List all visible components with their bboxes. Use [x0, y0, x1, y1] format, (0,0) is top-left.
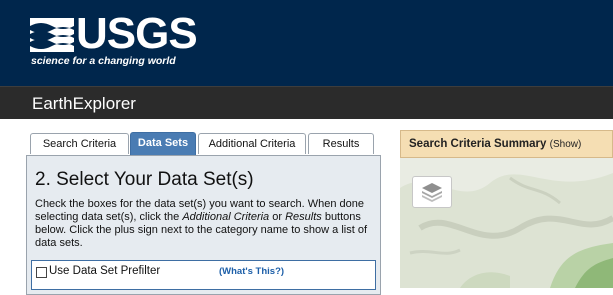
tab-data-sets[interactable]: Data Sets	[130, 132, 196, 155]
instructions-results: Results	[285, 211, 322, 223]
panel-title: 2. Select Your Data Set(s)	[35, 169, 254, 190]
header-divider	[0, 119, 613, 128]
prefilter-help-link[interactable]: (What's This?)	[219, 266, 284, 277]
usgs-wave-icon	[30, 18, 74, 52]
tab-search-criteria[interactable]: Search Criteria	[30, 133, 129, 154]
logo-wordmark: USGS	[76, 9, 198, 58]
layers-icon	[422, 183, 442, 202]
logo-tagline: science for a changing world	[31, 55, 176, 67]
prefilter-box: Use Data Set Prefilter (What's This?)	[31, 260, 376, 290]
summary-title-wrap: Search Criteria Summary (Show)	[409, 138, 581, 150]
usgs-banner: USGS science for a changing world	[0, 0, 613, 86]
prefilter-checkbox[interactable]	[36, 267, 47, 278]
instructions-text-2: or	[269, 211, 286, 223]
app-title-bar: EarthExplorer	[0, 86, 613, 119]
instructions-additional-criteria: Additional Criteria	[182, 211, 270, 223]
usgs-logo[interactable]: USGS science for a changing world	[30, 9, 230, 72]
prefilter-label[interactable]: Use Data Set Prefilter	[49, 265, 160, 277]
tab-additional-criteria[interactable]: Additional Criteria	[198, 133, 306, 154]
search-criteria-summary-header[interactable]: Search Criteria Summary (Show)	[400, 130, 613, 158]
panel-instructions: Check the boxes for the data set(s) you …	[35, 198, 373, 250]
tab-results[interactable]: Results	[308, 133, 374, 154]
map-layers-button[interactable]	[412, 176, 452, 208]
search-tabs: Search Criteria Data Sets Additional Cri…	[30, 132, 392, 155]
summary-title: Search Criteria Summary	[409, 138, 547, 150]
summary-show-toggle[interactable]: (Show)	[550, 139, 582, 150]
app-title[interactable]: EarthExplorer	[32, 94, 136, 114]
data-sets-panel: 2. Select Your Data Set(s) Check the box…	[26, 155, 381, 295]
